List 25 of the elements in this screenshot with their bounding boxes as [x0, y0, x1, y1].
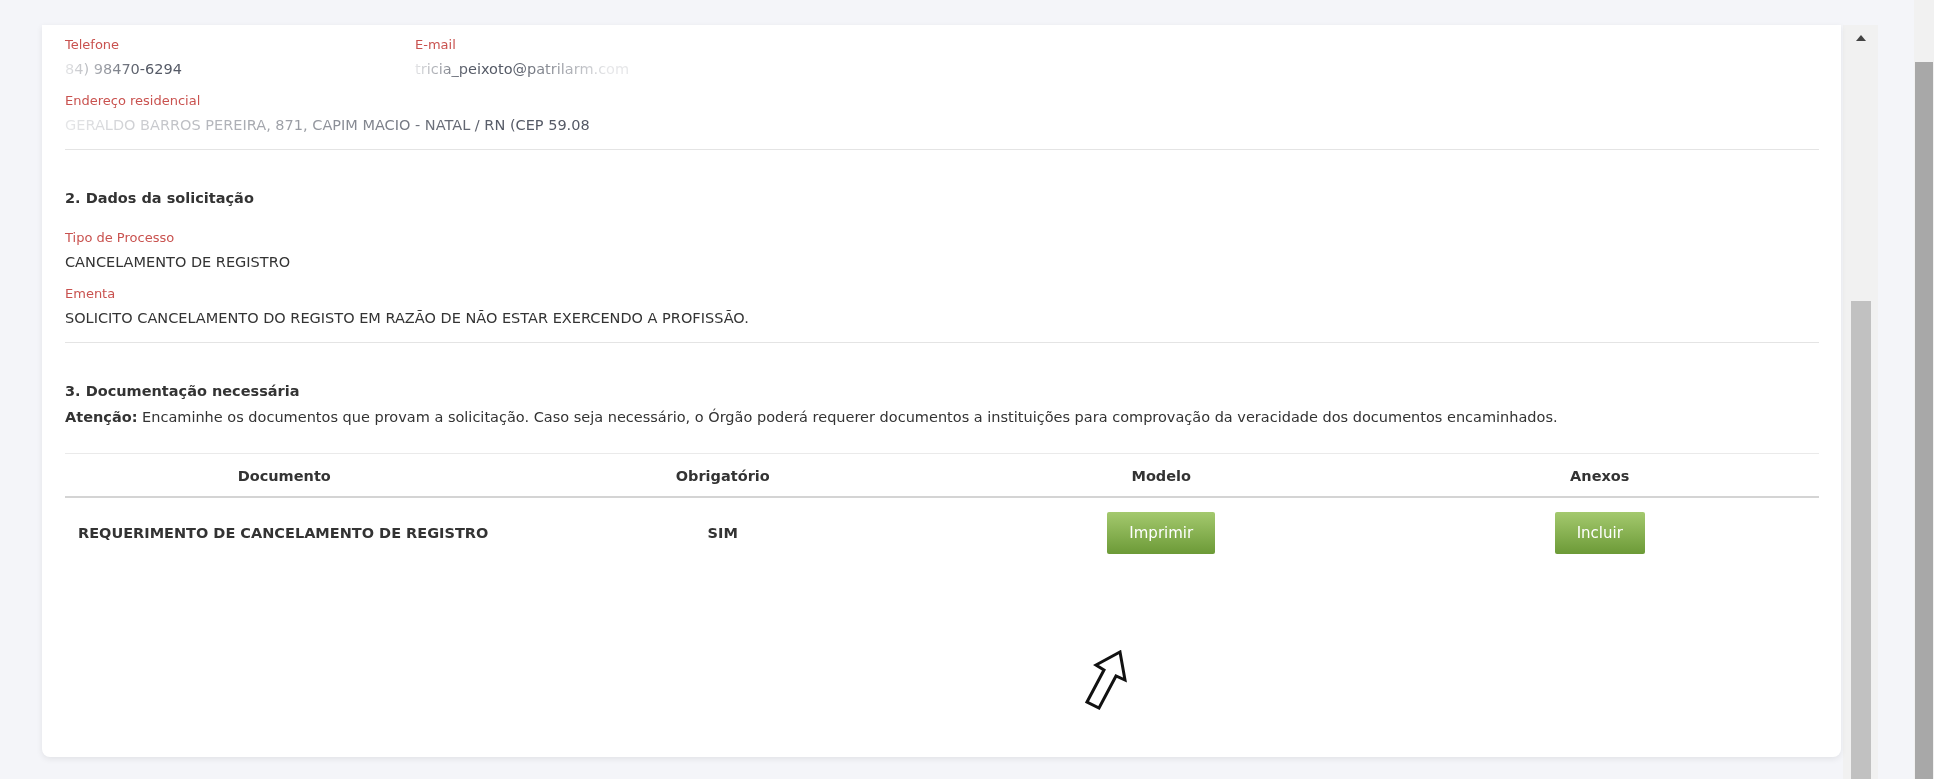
field-label: E-mail: [415, 37, 457, 52]
table-cell: REQUERIMENTO DE CANCELAMENTO DE REGISTRO: [78, 525, 489, 541]
field-value: 84) 98470-6294: [65, 61, 183, 77]
field-label: Tipo de Processo: [65, 230, 176, 245]
scrollbar[interactable]: [1914, 0, 1934, 779]
section-title: 2. Dados da solicitação: [65, 190, 255, 206]
field-label: Endereço residencial: [65, 93, 202, 108]
field-value: SOLICITO CANCELAMENTO DO REGISTO EM RAZÃO DE NÃO ESTAR EXERCENDO A PROFISSÃO.: [65, 310, 750, 326]
table-cell: SIM: [707, 525, 738, 541]
column-header: Modelo: [942, 453, 1381, 497]
column-header: Anexos: [1380, 453, 1820, 497]
print-button[interactable]: Imprimir: [1107, 512, 1216, 554]
column-header: Documento: [65, 453, 504, 497]
scrollbar-thumb[interactable]: [1915, 62, 1933, 779]
field-label: Telefone: [65, 37, 121, 52]
notice-text: Atenção: Encaminhe os documentos que provam a solicitação. Caso seja necessário, o Órgão poderá requerer documentos a instituições para comprovação da veracidade dos documentos encaminhados.: [65, 409, 1559, 425]
section-title: 3. Documentação necessária: [65, 383, 301, 399]
field-label: Ementa: [65, 286, 117, 301]
scrollbar[interactable]: [1843, 25, 1878, 779]
scroll-up-icon[interactable]: [1855, 35, 1866, 41]
field-value: CANCELAMENTO DE REGISTRO: [65, 254, 292, 270]
include-button[interactable]: Incluir: [1554, 512, 1645, 554]
scrollbar-thumb[interactable]: [1850, 301, 1871, 779]
column-header: Obrigatório: [503, 453, 942, 497]
cursor-icon: [1085, 650, 1127, 710]
